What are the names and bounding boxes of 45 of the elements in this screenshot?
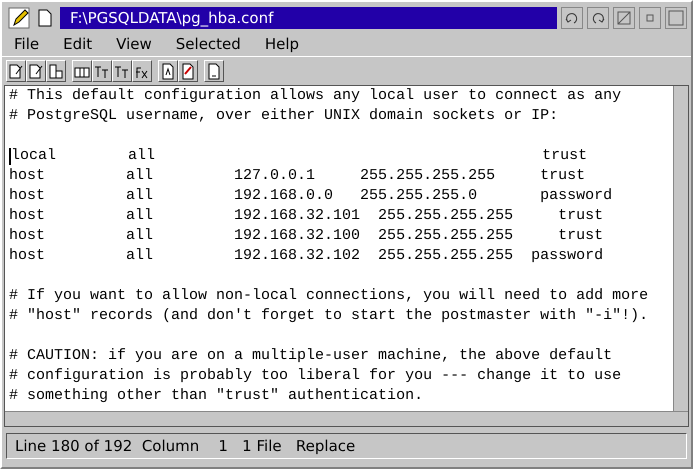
code-line: # configuration is probably too liberal for you --- change it to use xyxy=(9,366,622,386)
code-line: host all 127.0.0.1 255.255.255.255 trust xyxy=(9,166,586,186)
page-pen-icon xyxy=(7,62,25,80)
code-line: # PostgreSQL username, over either UNIX domain sockets or IP: xyxy=(9,106,558,126)
minimize-icon xyxy=(646,14,654,22)
undo-button[interactable] xyxy=(561,7,583,29)
menu-item[interactable]: View xyxy=(110,35,162,53)
page-button[interactable] xyxy=(204,60,224,82)
menu-item[interactable]: File xyxy=(8,35,50,53)
page-pen-button[interactable] xyxy=(26,60,46,82)
page-pen-button[interactable] xyxy=(6,60,26,82)
menu-item[interactable]: Edit xyxy=(57,35,102,53)
page-letter-button[interactable] xyxy=(158,60,178,82)
page-mark-button[interactable] xyxy=(178,60,198,82)
menu-item[interactable]: Help xyxy=(258,35,310,53)
maximize-icon xyxy=(668,10,684,26)
code-line: host all 192.168.0.0 255.255.255.0 password xyxy=(9,186,612,206)
redo-icon xyxy=(590,10,606,26)
horizontal-scrollbar[interactable] xyxy=(5,411,688,426)
page-chart-button[interactable] xyxy=(46,60,66,82)
maximize-button[interactable] xyxy=(665,7,687,29)
code-line: local all trust xyxy=(11,146,588,166)
page-pen-icon xyxy=(27,62,45,80)
undo-icon xyxy=(564,10,580,26)
status-text: Line 180 of 192 Column 1 1 File Replace xyxy=(15,437,356,455)
code-line: # something other than "trust" authentication. xyxy=(9,386,424,406)
text-button[interactable] xyxy=(92,60,112,82)
page-chart-icon xyxy=(47,62,65,80)
code-line: # If you want to allow non-local connections, you will need to add more xyxy=(9,286,648,306)
code-line: # CAUTION: if you are on a multiple-user machine, the above default xyxy=(9,346,612,366)
code-line: host all 192.168.32.101 255.255.255.255 trust xyxy=(9,206,604,226)
code-line: host all 192.168.32.102 255.255.255.255 password xyxy=(9,246,604,266)
table-button[interactable] xyxy=(72,60,92,82)
function-button[interactable] xyxy=(132,60,152,82)
pencil-icon[interactable] xyxy=(8,7,30,29)
window-title: F:\PGSQLDATA\pg_hba.conf xyxy=(60,7,557,29)
redo-button[interactable] xyxy=(587,7,609,29)
code-line: # This default configuration allows any local user to connect as any xyxy=(9,86,622,106)
text-button[interactable] xyxy=(112,60,132,82)
vertical-scrollbar[interactable] xyxy=(673,86,688,411)
hide-button[interactable] xyxy=(613,7,635,29)
minimize-button[interactable] xyxy=(639,7,661,29)
code-line: host all 192.168.32.100 255.255.255.255 trust xyxy=(9,226,604,246)
menu-item[interactable]: Selected xyxy=(170,35,251,53)
code-line: # "host" records (and don't forget to start the postmaster with "-i"!). xyxy=(9,306,648,326)
